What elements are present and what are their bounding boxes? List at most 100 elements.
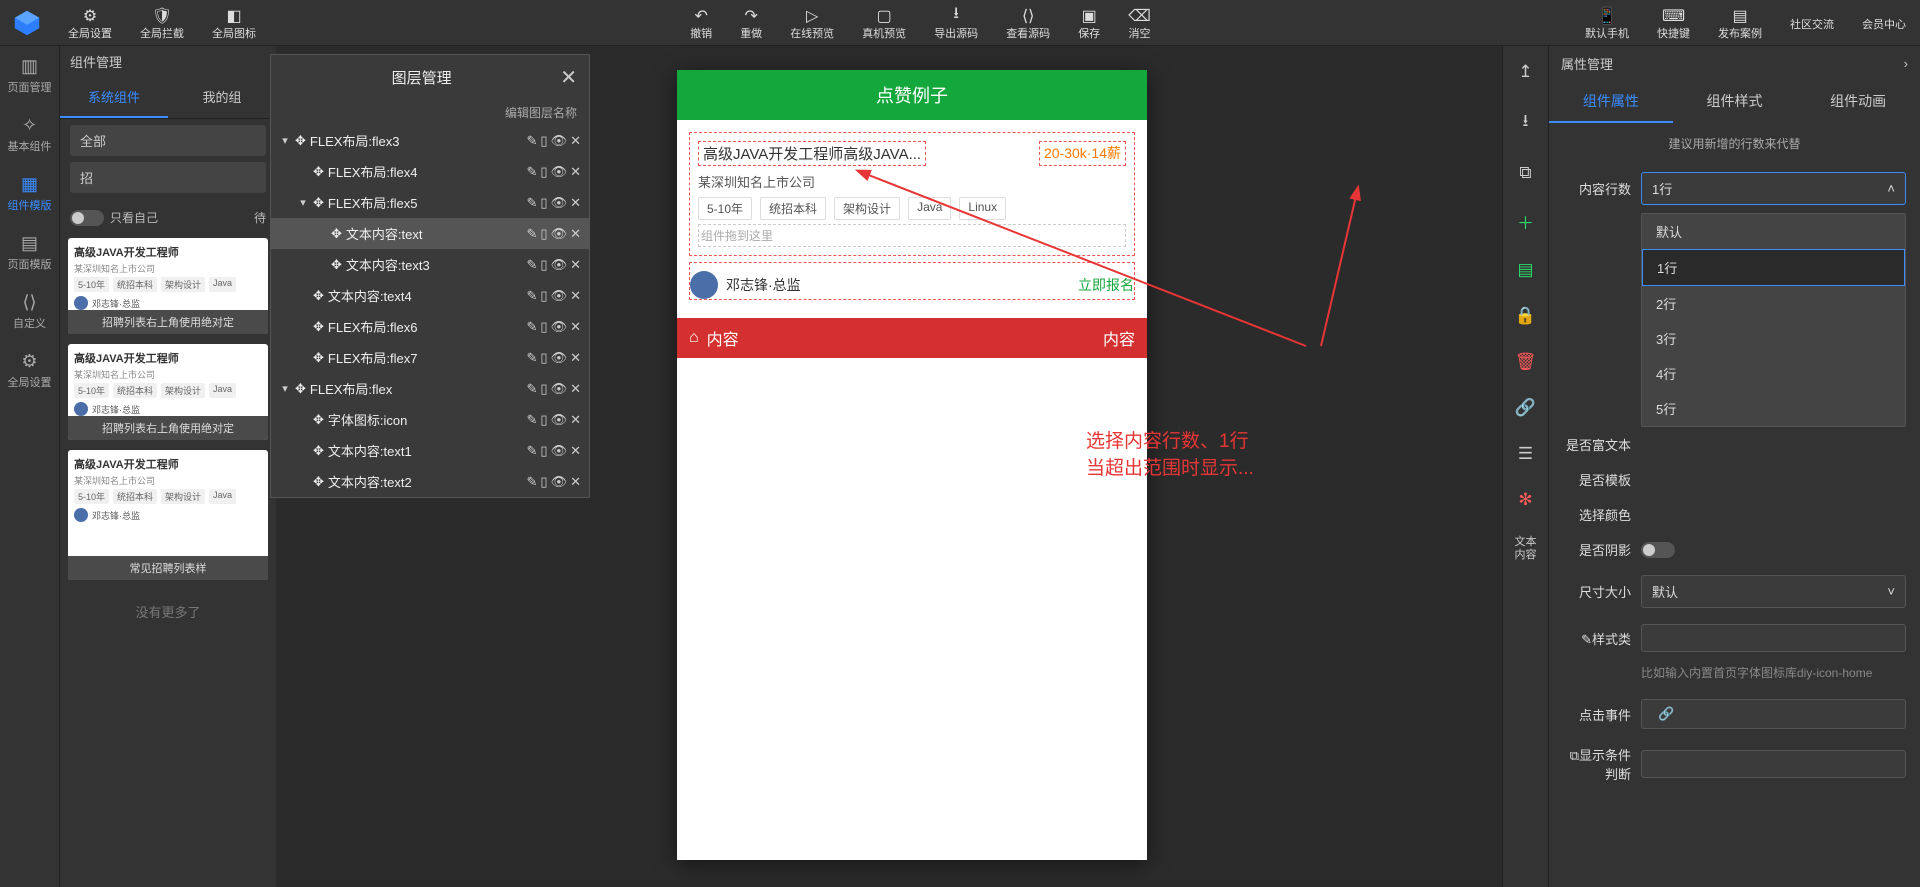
layer-row[interactable]: ✥文本内容:text1✎▯👁✕ [271,435,589,466]
undo-button[interactable]: ↶撤销 [676,3,726,43]
layer-row[interactable]: ✥FLEX布局:flex4✎▯👁✕ [271,156,589,187]
shortcut-button[interactable]: ⌨快捷键 [1643,3,1704,43]
template-card[interactable]: 高级JAVA开发工程师某深圳知名上市公司5-10年统招本科架构设计Java邓志锋… [68,450,268,580]
layer-row[interactable]: ✥文本内容:text4✎▯👁✕ [271,280,589,311]
visibility-icon[interactable]: 👁 [551,195,568,211]
job-title-text[interactable]: 高级JAVA开发工程师高级JAVA... [698,141,926,166]
view-source-button[interactable]: ⟨⟩查看源码 [992,3,1064,43]
community-button[interactable]: 社区交流 [1776,3,1848,43]
red-tab-bar[interactable]: ⌂ 内容 内容 [677,318,1147,358]
move-down-icon[interactable]: ⭳ [1523,108,1529,137]
copy-icon[interactable]: ▯ [540,288,547,304]
copy-icon[interactable]: ▯ [540,195,547,211]
rail-pages[interactable]: ▥页面管理 [0,46,59,105]
class-input[interactable] [1641,624,1906,652]
visibility-icon[interactable]: 👁 [551,381,568,397]
redo-button[interactable]: ↷重做 [726,3,776,43]
delete-icon[interactable]: ✕ [570,257,581,273]
size-select[interactable]: 默认˅ [1641,575,1906,608]
preview-online-button[interactable]: ▷在线预览 [776,3,848,43]
preview-device-button[interactable]: ▢真机预览 [848,3,920,43]
lines-option-2[interactable]: 2行 [1642,286,1905,321]
copy-icon[interactable]: ▯ [540,350,547,366]
lines-option-1[interactable]: 1行 [1642,249,1905,286]
publish-case-button[interactable]: ▤发布案例 [1704,3,1776,43]
lines-option-3[interactable]: 3行 [1642,321,1905,356]
edit-icon[interactable]: ✎ [527,164,538,180]
global-settings-button[interactable]: ⚙全局设置 [54,3,126,43]
member-center-button[interactable]: 会员中心 [1848,3,1920,43]
only-mine-toggle[interactable] [70,210,104,226]
visibility-icon[interactable]: 👁 [551,412,568,428]
move-up-icon[interactable]: ↥ [1518,62,1532,82]
delete-icon[interactable]: ✕ [570,443,581,459]
template-card[interactable]: 高级JAVA开发工程师某深圳知名上市公司5-10年统招本科架构设计Java邓志锋… [68,238,268,334]
copy-icon[interactable]: ▯ [540,164,547,180]
tab-system-components[interactable]: 系统组件 [60,77,168,118]
list-icon[interactable]: ▤ [1517,260,1533,280]
edit-icon[interactable]: ✎ [527,226,538,242]
rail-global-settings[interactable]: ⚙全局设置 [0,341,59,400]
condition-input[interactable] [1641,750,1906,778]
visibility-icon[interactable]: 👁 [551,350,568,366]
layer-row[interactable]: ✥FLEX布局:flex6✎▯👁✕ [271,311,589,342]
copy-icon[interactable]: ▯ [540,474,547,490]
visibility-icon[interactable]: 👁 [551,443,568,459]
rail-custom[interactable]: ⟨⟩自定义 [0,282,59,341]
tab-component-anim[interactable]: 组件动画 [1796,81,1920,123]
link-icon[interactable]: 🔗 [1658,706,1674,722]
edit-icon[interactable]: ✎ [527,133,538,149]
copy-icon[interactable]: ▯ [540,381,547,397]
edit-icon[interactable]: ✎ [527,443,538,459]
edit-icon[interactable]: ✎ [527,195,538,211]
delete-icon[interactable]: ✕ [570,350,581,366]
job-card[interactable]: 高级JAVA开发工程师高级JAVA... 20-30k·14薪 某深圳知名上市公… [689,132,1135,256]
delete-icon[interactable]: ✕ [570,133,581,149]
copy-icon[interactable]: ▯ [540,257,547,273]
close-icon[interactable]: ✕ [560,65,577,90]
filter-search-input[interactable]: 招 [70,162,266,193]
delete-icon[interactable]: ✕ [570,412,581,428]
visibility-icon[interactable]: 👁 [551,288,568,304]
layer-row[interactable]: ✥字体图标:icon✎▯👁✕ [271,404,589,435]
layer-row[interactable]: ✥FLEX布局:flex7✎▯👁✕ [271,342,589,373]
edit-icon[interactable]: ✎ [527,412,538,428]
layer-row[interactable]: ✥文本内容:text3✎▯👁✕ [271,249,589,280]
template-card[interactable]: 高级JAVA开发工程师某深圳知名上市公司5-10年统招本科架构设计Java邓志锋… [68,344,268,440]
rail-basic-components[interactable]: ✧基本组件 [0,105,59,164]
copy-icon[interactable]: ▯ [540,412,547,428]
edit-icon[interactable]: ✎ [527,288,538,304]
filter-all[interactable]: 全部 [70,125,266,156]
apply-button[interactable]: 立即报名 [1078,275,1134,295]
copy-icon[interactable]: ▯ [540,133,547,149]
global-block-button[interactable]: 🛡全局拦截 [126,3,198,43]
visibility-icon[interactable]: 👁 [551,319,568,335]
copy-icon[interactable]: ▯ [540,319,547,335]
delete-icon[interactable]: ✕ [570,164,581,180]
lines-option-5[interactable]: 5行 [1642,391,1905,426]
delete-icon[interactable]: ✕ [570,288,581,304]
layer-row[interactable]: ✥文本内容:text✎▯👁✕ [271,218,589,249]
export-source-button[interactable]: ⭳导出源码 [920,3,992,43]
layers-icon[interactable]: ☰ [1518,444,1533,464]
expand-icon[interactable]: › [1904,56,1908,71]
link-icon[interactable]: 🔗 [1515,398,1536,418]
visibility-icon[interactable]: 👁 [551,133,568,149]
delete-icon[interactable]: 🗑 [1515,352,1537,372]
global-icon-button[interactable]: ◧全局图标 [198,3,270,43]
add-icon[interactable]: ＋ [1517,209,1534,234]
layer-row[interactable]: ▾✥FLEX布局:flex✎▯👁✕ [271,373,589,404]
delete-icon[interactable]: ✕ [570,381,581,397]
lines-select[interactable]: 1行˄ [1641,172,1906,205]
tab-my-components[interactable]: 我的组 [168,77,276,118]
visibility-icon[interactable]: 👁 [551,164,568,180]
shadow-toggle[interactable] [1641,542,1675,558]
visibility-icon[interactable]: 👁 [551,226,568,242]
visibility-icon[interactable]: 👁 [551,257,568,273]
tab-component-props[interactable]: 组件属性 [1549,81,1673,123]
edit-icon[interactable]: ✎ [527,474,538,490]
lines-option-default[interactable]: 默认 [1642,214,1905,249]
delete-icon[interactable]: ✕ [570,226,581,242]
clear-button[interactable]: ⌫消空 [1114,3,1165,43]
default-phone-button[interactable]: 📱默认手机 [1571,3,1643,43]
